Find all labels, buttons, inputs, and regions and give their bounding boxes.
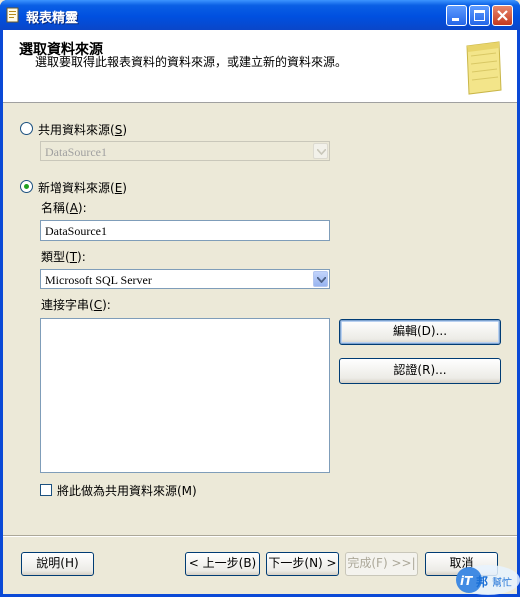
page-subtitle: 選取要取得此報表資料的資料來源，或建立新的資料來源。 xyxy=(35,55,348,69)
type-label: 類型(T): xyxy=(41,250,86,264)
connection-string-label: 連接字串(C): xyxy=(41,298,111,312)
window-title: 報表精靈 xyxy=(26,11,79,26)
name-input[interactable]: DataSource1 xyxy=(40,220,330,241)
chevron-down-icon[interactable] xyxy=(313,271,328,287)
back-button[interactable]: < 上一步(B) xyxy=(185,552,260,576)
svg-text:幫忙: 幫忙 xyxy=(492,576,512,589)
ithome-watermark-logo: iT 邦 幫忙 xyxy=(456,565,520,595)
maximize-icon xyxy=(474,10,485,21)
close-button[interactable] xyxy=(492,5,513,26)
shared-source-value: DataSource1 xyxy=(45,145,107,159)
edit-button[interactable]: 編輯(D)... xyxy=(339,319,501,345)
type-dropdown-value: Microsoft SQL Server xyxy=(45,273,152,287)
shared-source-dropdown: DataSource1 xyxy=(40,141,330,161)
type-dropdown[interactable]: Microsoft SQL Server xyxy=(40,269,330,289)
footer-divider xyxy=(3,535,517,537)
svg-text:邦: 邦 xyxy=(476,574,488,589)
svg-text:iT: iT xyxy=(460,574,473,588)
wizard-header: 選取資料來源 選取要取得此報表資料的資料來源，或建立新的資料來源。 xyxy=(3,30,517,103)
new-source-label[interactable]: 新增資料來源(E) xyxy=(38,179,127,196)
minimize-icon xyxy=(452,18,459,21)
chevron-down-icon xyxy=(313,143,328,159)
next-button[interactable]: 下一步(N) > xyxy=(266,552,339,576)
name-label: 名稱(A): xyxy=(41,201,87,215)
name-input-value: DataSource1 xyxy=(45,224,107,238)
finish-button: 完成(F) >>| xyxy=(345,552,418,576)
report-app-icon xyxy=(6,7,19,23)
title-bar[interactable]: 報表精靈 xyxy=(0,0,520,30)
make-shared-label[interactable]: 將此做為共用資料來源(M) xyxy=(57,482,197,499)
make-shared-checkbox[interactable] xyxy=(40,484,52,496)
help-button[interactable]: 說明(H) xyxy=(21,552,94,576)
new-source-radio[interactable] xyxy=(20,180,33,193)
minimize-button[interactable] xyxy=(446,5,467,26)
report-wizard-window: 報表精靈 選取資料來源 選取要取得此報表資料的資料來源，或建立新的資料來源。 共… xyxy=(0,0,520,597)
wizard-client-area: 選取資料來源 選取要取得此報表資料的資料來源，或建立新的資料來源。 共用資料來源… xyxy=(3,30,517,594)
maximize-button[interactable] xyxy=(469,5,490,26)
shared-source-label[interactable]: 共用資料來源(S) xyxy=(38,121,127,138)
connection-string-textarea[interactable] xyxy=(40,318,330,473)
credentials-button[interactable]: 認證(R)... xyxy=(339,358,501,384)
shared-source-radio[interactable] xyxy=(20,122,33,135)
notepad-icon xyxy=(466,41,502,95)
close-icon xyxy=(497,10,508,21)
